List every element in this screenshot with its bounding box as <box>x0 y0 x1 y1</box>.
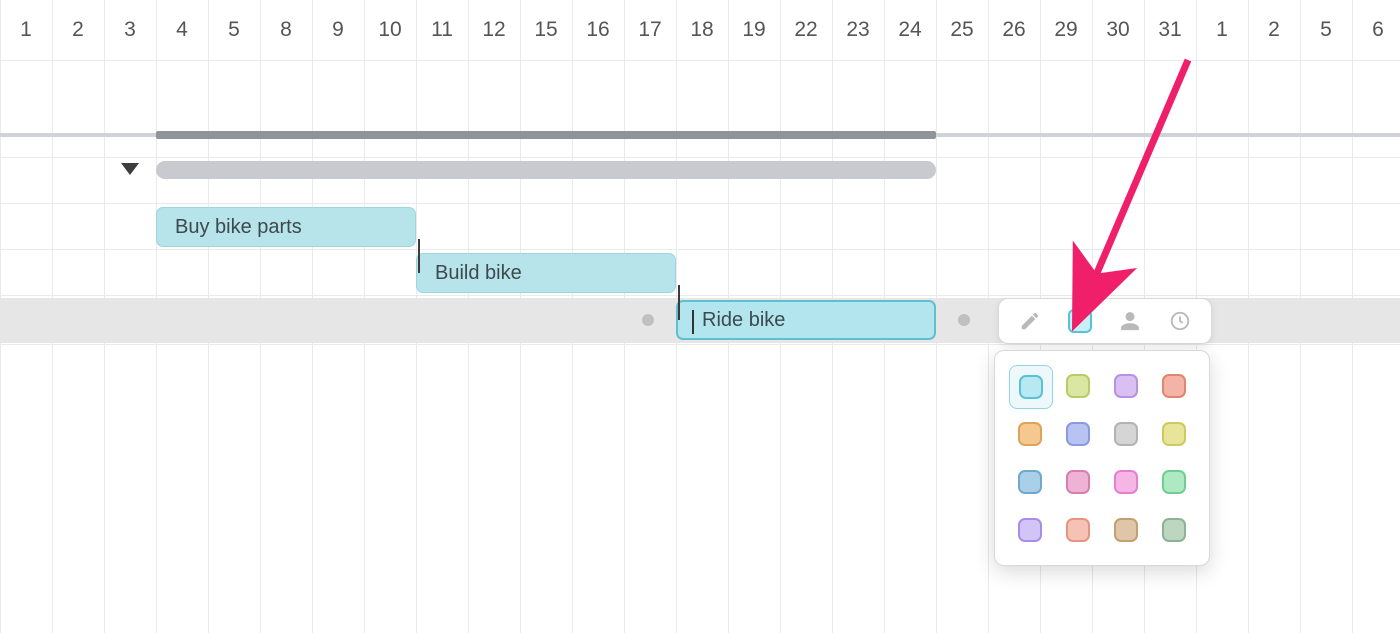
schedule-button[interactable] <box>1155 303 1205 339</box>
color-option[interactable] <box>1153 509 1195 551</box>
color-option[interactable] <box>1057 461 1099 503</box>
date-header[interactable]: 6 <box>1352 0 1400 60</box>
collapse-toggle-icon[interactable] <box>121 163 139 175</box>
color-chip <box>1066 470 1090 494</box>
date-header[interactable]: 23 <box>832 0 884 60</box>
row-separator <box>0 203 1400 204</box>
timeline-track <box>0 133 1400 137</box>
date-header[interactable]: 1 <box>0 0 52 60</box>
color-chip <box>1162 374 1186 398</box>
pencil-icon <box>1019 310 1041 332</box>
date-header[interactable]: 22 <box>780 0 832 60</box>
row-separator <box>0 249 1400 250</box>
timeline-active-range[interactable] <box>156 131 936 139</box>
color-chip <box>1114 518 1138 542</box>
date-header[interactable]: 2 <box>52 0 104 60</box>
row-separator <box>0 344 1400 345</box>
color-button[interactable] <box>1055 303 1105 339</box>
row-separator <box>0 157 1400 158</box>
date-header[interactable]: 16 <box>572 0 624 60</box>
color-option[interactable] <box>1057 365 1099 407</box>
color-option[interactable] <box>1105 413 1147 455</box>
date-header[interactable]: 10 <box>364 0 416 60</box>
date-header[interactable]: 4 <box>156 0 208 60</box>
task-bar-buy[interactable]: Buy bike parts <box>156 207 416 247</box>
date-header[interactable]: 9 <box>312 0 364 60</box>
task-handle-right[interactable] <box>958 314 970 326</box>
color-option[interactable] <box>1057 413 1099 455</box>
color-chip <box>1066 422 1090 446</box>
color-option[interactable] <box>1009 509 1051 551</box>
date-header[interactable]: 2 <box>1248 0 1300 60</box>
person-icon <box>1119 310 1141 332</box>
summary-bar[interactable] <box>156 161 936 179</box>
date-header[interactable]: 25 <box>936 0 988 60</box>
text-cursor <box>692 310 694 334</box>
color-option[interactable] <box>1009 461 1051 503</box>
clock-icon <box>1169 310 1191 332</box>
task-bar-build[interactable]: Build bike <box>416 253 676 293</box>
color-option[interactable] <box>1153 365 1195 407</box>
color-chip <box>1018 422 1042 446</box>
date-header[interactable]: 1 <box>1196 0 1248 60</box>
edit-button[interactable] <box>1005 303 1055 339</box>
header-separator <box>0 60 1400 61</box>
task-toolbar <box>998 298 1212 344</box>
date-header[interactable]: 24 <box>884 0 936 60</box>
color-option[interactable] <box>1009 413 1051 455</box>
task-handle-left[interactable] <box>642 314 654 326</box>
color-option[interactable] <box>1057 509 1099 551</box>
color-chip <box>1114 422 1138 446</box>
color-chip <box>1018 518 1042 542</box>
color-option[interactable] <box>1153 413 1195 455</box>
color-picker-popover <box>994 350 1210 566</box>
date-header[interactable]: 29 <box>1040 0 1092 60</box>
color-chip <box>1114 374 1138 398</box>
color-chip <box>1162 470 1186 494</box>
color-chip <box>1019 375 1043 399</box>
color-option[interactable] <box>1009 365 1053 409</box>
date-header[interactable]: 5 <box>208 0 260 60</box>
date-header[interactable]: 30 <box>1092 0 1144 60</box>
color-chip <box>1066 374 1090 398</box>
date-header[interactable]: 19 <box>728 0 780 60</box>
color-option[interactable] <box>1105 509 1147 551</box>
color-chip <box>1162 518 1186 542</box>
date-header[interactable]: 5 <box>1300 0 1352 60</box>
date-header[interactable]: 18 <box>676 0 728 60</box>
color-option[interactable] <box>1105 365 1147 407</box>
assignee-button[interactable] <box>1105 303 1155 339</box>
color-swatch-icon <box>1068 309 1092 333</box>
date-header[interactable]: 3 <box>104 0 156 60</box>
date-header[interactable]: 17 <box>624 0 676 60</box>
color-option[interactable] <box>1105 461 1147 503</box>
date-header[interactable]: 12 <box>468 0 520 60</box>
date-header[interactable]: 15 <box>520 0 572 60</box>
dependency-connector <box>418 239 420 273</box>
date-header[interactable]: 31 <box>1144 0 1196 60</box>
color-chip <box>1162 422 1186 446</box>
date-header[interactable]: 8 <box>260 0 312 60</box>
color-chip <box>1114 470 1138 494</box>
color-chip <box>1066 518 1090 542</box>
color-chip <box>1018 470 1042 494</box>
date-header[interactable]: 26 <box>988 0 1040 60</box>
color-option[interactable] <box>1153 461 1195 503</box>
row-separator <box>0 295 1400 296</box>
gantt-chart: 1234589101112151617181922232425262930311… <box>0 0 1400 633</box>
task-label: Ride bike <box>702 309 785 332</box>
task-bar-ride[interactable]: Ride bike <box>676 300 936 340</box>
date-header[interactable]: 11 <box>416 0 468 60</box>
dependency-connector <box>678 285 680 320</box>
